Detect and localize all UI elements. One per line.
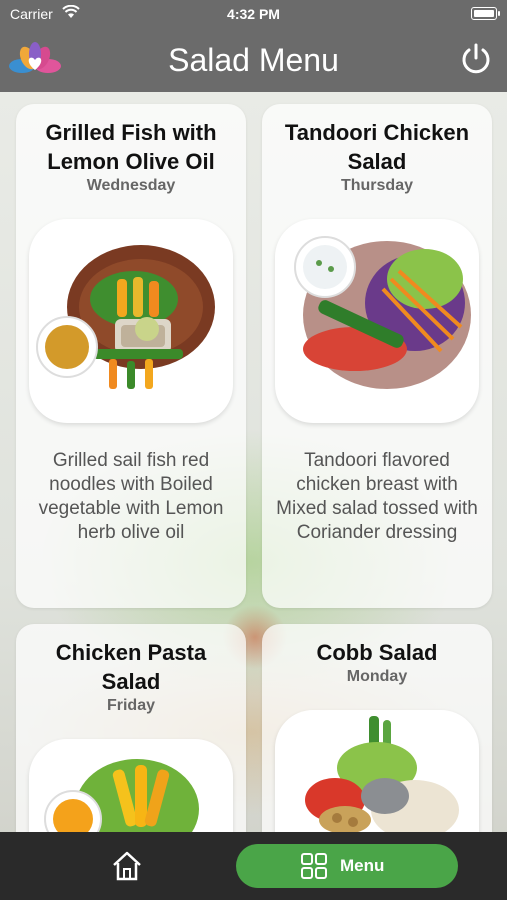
menu-card-grilled-fish[interactable]: Grilled Fish with Lemon Olive Oil Wednes… [16,104,246,608]
card-description: Grilled sail fish red noodles with Boile… [38,450,224,543]
power-icon[interactable] [459,42,493,76]
status-bar: Carrier 4:32 PM [0,0,507,28]
page-title: Salad Menu [168,42,339,78]
grid-icon [301,853,327,879]
tab-bar: Menu [0,832,507,900]
dish-image [275,219,479,423]
card-day: Wednesday [86,177,176,194]
card-title: Tandoori Chicken Salad [284,120,470,174]
card-description: Tandoori flavored chicken breast with Mi… [276,450,478,543]
card-title: Cobb Salad [316,640,438,665]
menu-tab-button[interactable]: Menu [236,844,458,888]
card-day: Friday [106,697,155,714]
clock: 4:32 PM [227,6,280,22]
card-title: Chicken Pasta Salad [55,640,207,694]
menu-tab-label: Menu [340,856,385,875]
card-day: Thursday [340,177,413,194]
home-icon[interactable] [110,849,144,883]
menu-card-tandoori-chicken[interactable]: Tandoori Chicken Salad Thursday Tandoori… [262,104,492,608]
card-title: Grilled Fish with Lemon Olive Oil [45,120,217,174]
battery-icon [471,7,500,20]
dish-image [29,219,233,423]
nav-bar: Salad Menu [0,28,507,92]
card-day: Monday [346,668,408,685]
